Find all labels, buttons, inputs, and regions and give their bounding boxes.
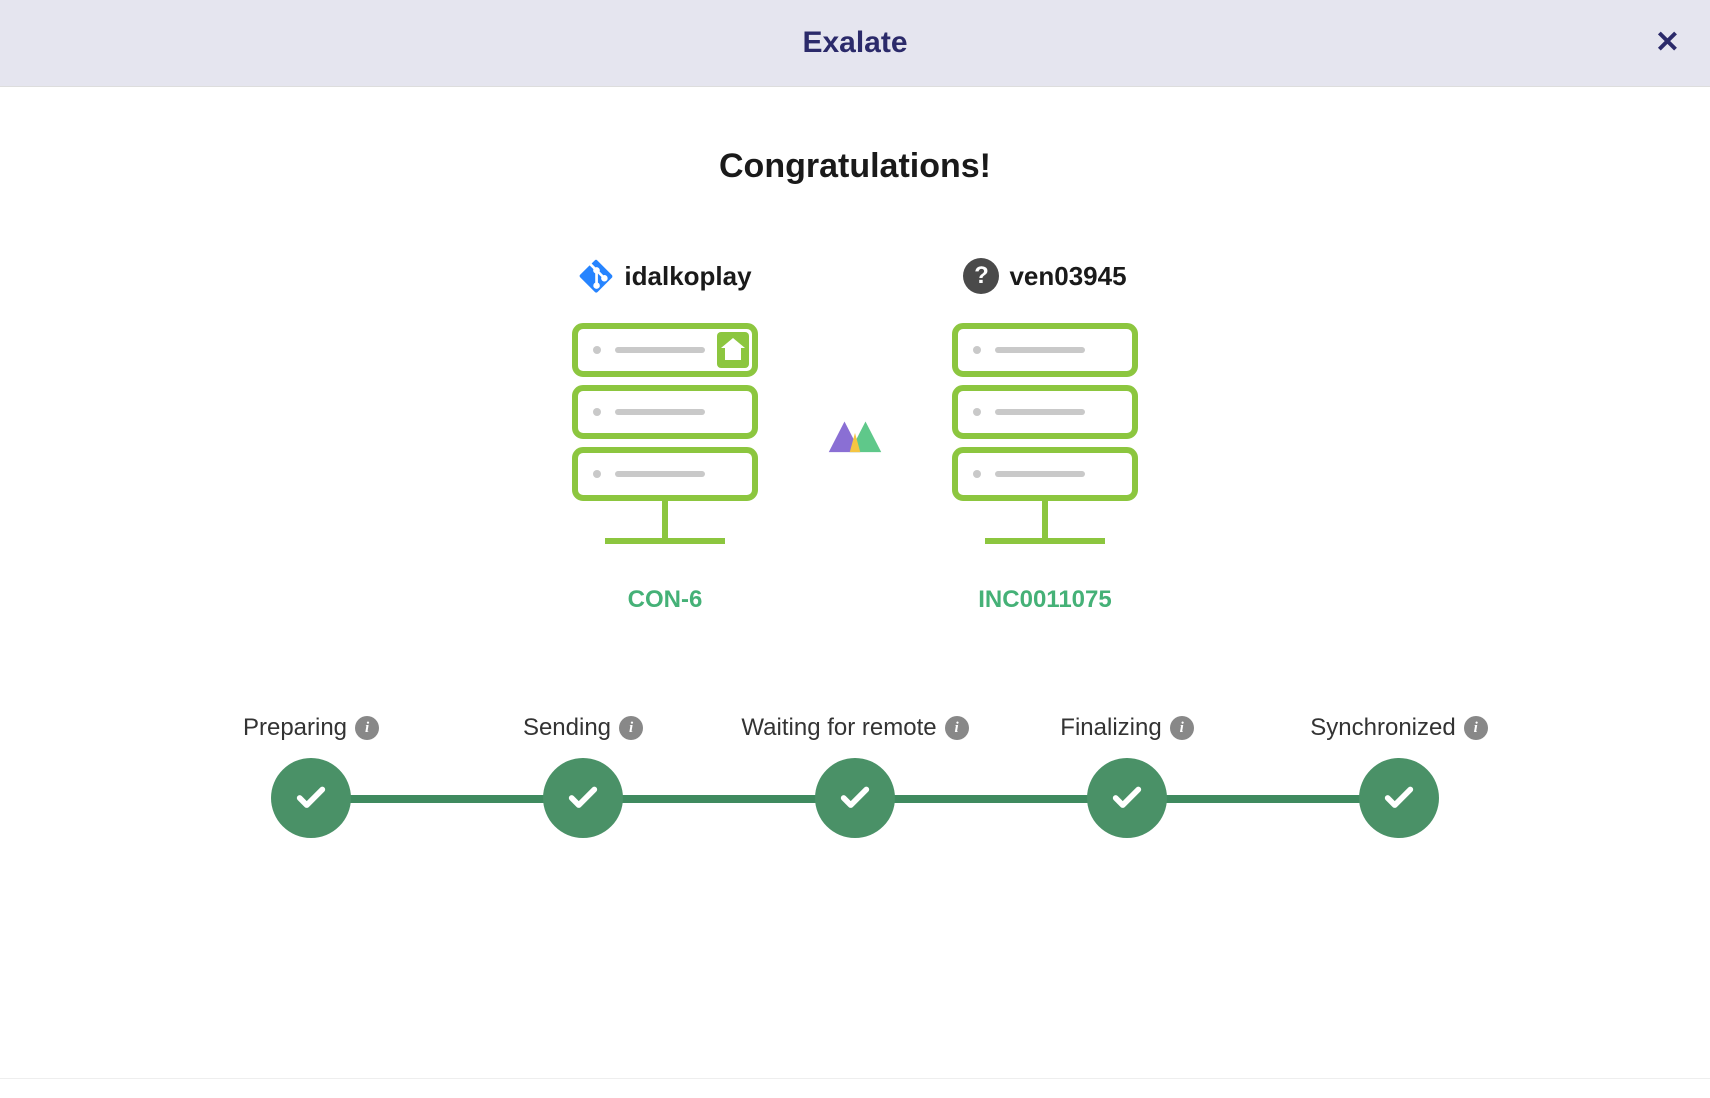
check-icon xyxy=(1110,781,1144,815)
close-button[interactable]: ✕ xyxy=(1655,28,1680,58)
check-icon xyxy=(294,781,328,815)
step-synchronized: Synchronized i xyxy=(1263,714,1535,838)
server-left-icon xyxy=(565,316,765,556)
step-label: Waiting for remote xyxy=(741,714,936,742)
question-icon: ? xyxy=(963,258,999,294)
server-right-icon xyxy=(945,316,1145,556)
info-icon[interactable]: i xyxy=(1170,716,1194,740)
server-right-header: ? ven03945 xyxy=(963,256,1126,296)
step-status-icon xyxy=(1087,758,1167,838)
congrats-heading: Congratulations! xyxy=(719,147,991,186)
info-icon[interactable]: i xyxy=(355,716,379,740)
step-status-icon xyxy=(815,758,895,838)
server-left-name: idalkoplay xyxy=(624,261,751,292)
modal-body: Congratulations! idalkoplay xyxy=(0,87,1710,1078)
server-right: ? ven03945 xyxy=(930,256,1160,614)
step-waiting-remote: Waiting for remote i xyxy=(719,714,991,838)
home-icon xyxy=(717,332,749,368)
modal-title: Exalate xyxy=(802,26,907,60)
info-icon[interactable]: i xyxy=(1464,716,1488,740)
exalate-logo-icon xyxy=(820,404,890,465)
info-icon[interactable]: i xyxy=(945,716,969,740)
step-label: Sending xyxy=(523,714,611,742)
modal-header: Exalate ✕ xyxy=(0,0,1710,87)
check-icon xyxy=(838,781,872,815)
jira-icon xyxy=(578,258,614,294)
servers-row: idalkoplay xyxy=(550,256,1160,614)
step-status-icon xyxy=(271,758,351,838)
step-label: Preparing xyxy=(243,714,347,742)
step-status-icon xyxy=(543,758,623,838)
server-left-header: idalkoplay xyxy=(578,256,751,296)
step-label: Synchronized xyxy=(1310,714,1455,742)
check-icon xyxy=(1382,781,1416,815)
server-left-code: CON-6 xyxy=(628,586,703,614)
server-left: idalkoplay xyxy=(550,256,780,614)
check-icon xyxy=(566,781,600,815)
modal-footer-divider xyxy=(0,1078,1710,1098)
server-right-code: INC0011075 xyxy=(978,586,1111,614)
exalate-modal: Exalate ✕ Congratulations! idalkoplay xyxy=(0,0,1710,1098)
step-finalizing: Finalizing i xyxy=(991,714,1263,838)
step-label: Finalizing xyxy=(1060,714,1161,742)
step-preparing: Preparing i xyxy=(175,714,447,838)
progress-stepper: Preparing i Sending i xyxy=(175,714,1535,838)
info-icon[interactable]: i xyxy=(619,716,643,740)
step-status-icon xyxy=(1359,758,1439,838)
close-icon: ✕ xyxy=(1655,26,1680,59)
server-right-name: ven03945 xyxy=(1009,261,1126,292)
step-sending: Sending i xyxy=(447,714,719,838)
